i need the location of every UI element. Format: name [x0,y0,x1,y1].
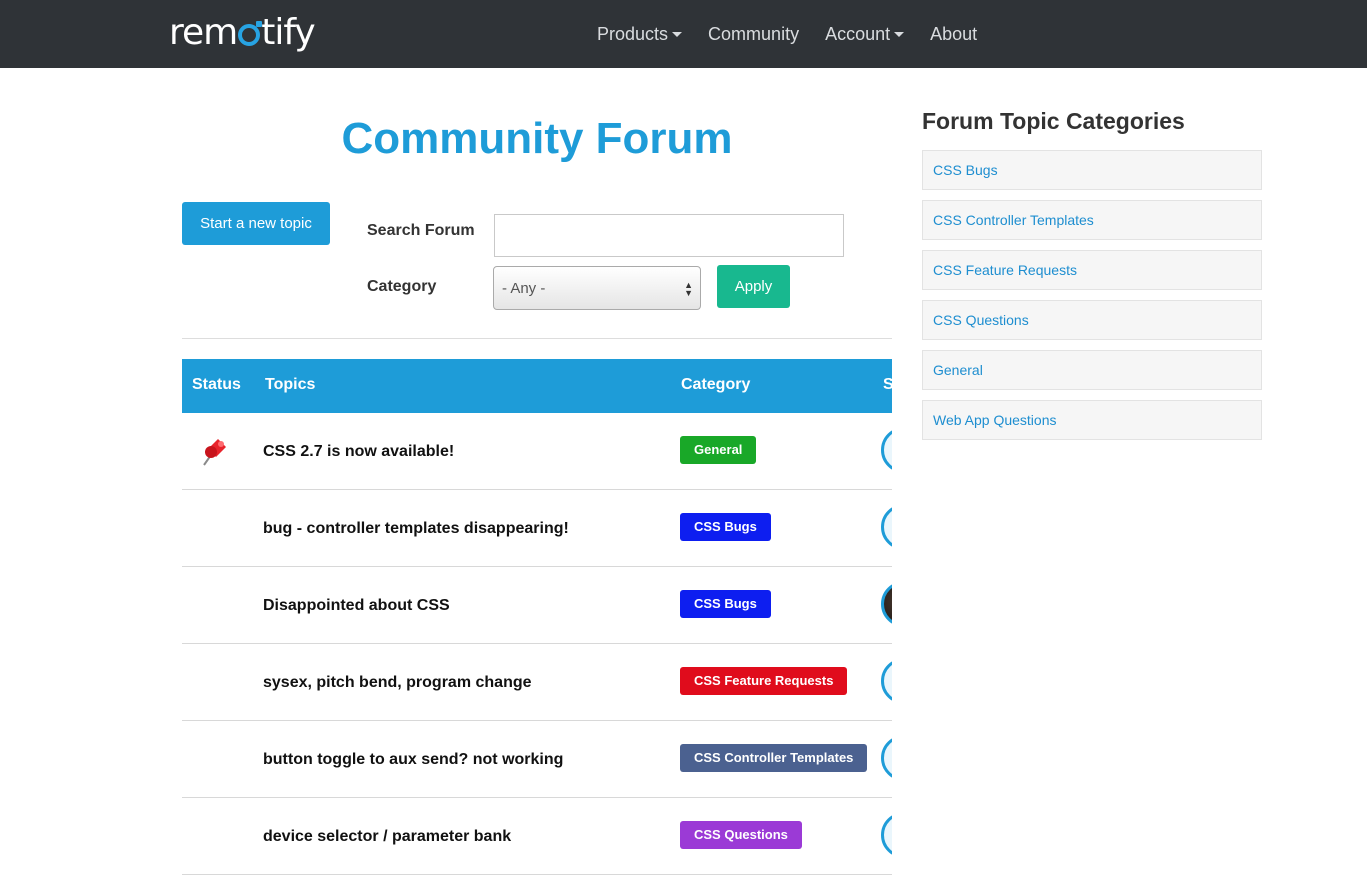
avatar[interactable] [881,504,892,550]
sidebar-item-css-controller-templates[interactable]: CSS Controller Templates [922,200,1262,240]
avatar[interactable] [881,658,892,704]
table-header: Status Topics Category S [182,359,892,413]
category-select-value: - Any - [502,279,546,297]
sidebar-title: Forum Topic Categories [922,108,1185,134]
avatar[interactable] [881,427,892,473]
search-forum-label: Search Forum [367,222,475,239]
sidebar-item-css-questions[interactable]: CSS Questions [922,300,1262,340]
sidebar-item-web-app-questions[interactable]: Web App Questions [922,400,1262,440]
topic-title[interactable]: bug - controller templates disappearing! [263,520,569,538]
topic-title[interactable]: button toggle to aux send? not working [263,751,563,769]
nav-community[interactable]: Community [708,24,799,45]
avatar[interactable] [881,812,892,858]
select-arrows-icon: ▲ ▼ [684,280,693,298]
apply-button[interactable]: Apply [717,265,790,308]
start-new-topic-button[interactable]: Start a new topic [182,202,330,245]
divider [182,338,892,339]
remotify-logo[interactable]: rem tify [169,13,316,53]
category-badge[interactable]: General [680,436,757,464]
table-row[interactable]: Disappointed about CSS CSS Bugs [182,567,892,644]
nav-products[interactable]: Products [597,24,683,45]
main-nav: Products Community Account About [597,0,1003,68]
sidebar-item-css-feature-requests[interactable]: CSS Feature Requests [922,250,1262,290]
category-select[interactable]: - Any - ▲ ▼ [493,266,701,310]
header-status: Status [192,376,241,393]
category-badge[interactable]: CSS Controller Templates [680,744,868,772]
nav-about[interactable]: About [930,24,977,45]
sidebar-item-general[interactable]: General [922,350,1262,390]
table-row[interactable]: button toggle to aux send? not working C… [182,721,892,798]
forum-topics-table: Status Topics Category S CSS 2.7 is now … [182,359,892,877]
caret-down-icon [894,31,905,37]
caret-down-icon [672,31,683,37]
sidebar-item-css-bugs[interactable]: CSS Bugs [922,150,1262,190]
avatar[interactable] [881,581,892,627]
header-starter: S [883,376,892,393]
top-navbar: rem tify Products Community Account About [0,0,1367,68]
header-category: Category [681,376,751,393]
pushpin-icon [203,439,226,466]
category-badge[interactable]: CSS Feature Requests [680,667,848,695]
table-row[interactable]: sysex, pitch bend, program change CSS Fe… [182,644,892,721]
category-badge[interactable]: CSS Bugs [680,590,771,618]
topic-title[interactable]: Disappointed about CSS [263,597,450,615]
category-badge[interactable]: CSS Questions [680,821,802,849]
topic-title[interactable]: CSS 2.7 is now available! [263,443,454,461]
table-row[interactable]: device selector / parameter bank CSS Que… [182,798,892,875]
avatar[interactable] [881,735,892,781]
category-label: Category [367,278,437,295]
header-topics: Topics [265,376,316,393]
logo-o-icon [238,21,263,46]
table-row[interactable]: CSS 2.7 is now available! General [182,413,892,490]
topic-title[interactable]: device selector / parameter bank [263,828,511,846]
search-forum-input[interactable] [494,214,844,257]
topic-title[interactable]: sysex, pitch bend, program change [263,674,532,692]
nav-account[interactable]: Account [825,24,905,45]
page-title: Community Forum [341,114,733,163]
table-row[interactable]: bug - controller templates disappearing!… [182,490,892,567]
category-badge[interactable]: CSS Bugs [680,513,771,541]
